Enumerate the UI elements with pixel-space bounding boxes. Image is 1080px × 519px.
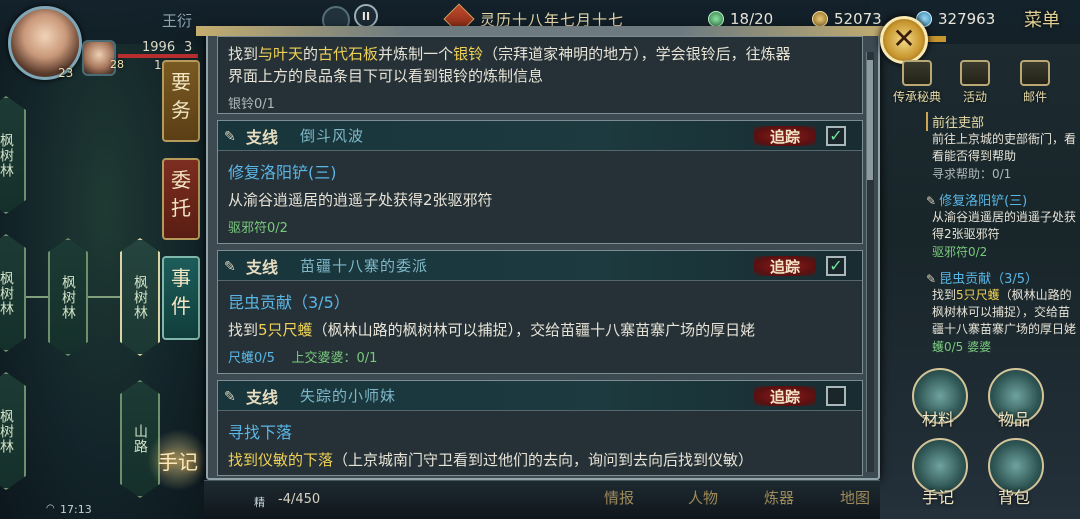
book-icon <box>902 60 932 86</box>
mail-button[interactable]: 邮件 <box>1008 60 1062 105</box>
quest-description: 找到仪敏的下落（上京城南门守卫看到过他们的去向，询问到去向后找到仪敏） <box>228 451 754 469</box>
quest-card[interactable]: ✎ 支线 苗疆十八寨的委派 追踪 ✓ 昆虫贡献（3/5） 找到5只尺蠖（枫林山路… <box>217 250 863 374</box>
tracked-quest-title: ✎ 昆虫贡献（3/5） <box>926 272 1038 287</box>
track-button[interactable]: 追踪 <box>754 126 816 146</box>
tracked-quest-list: 前往吏部 前往上京城的吏部衙门，看看能否得到帮助 寻求帮助：0/1 ✎ 修复洛阳铲… <box>926 112 1076 363</box>
tracked-quest-title: ✎ 修复洛阳铲(三) <box>926 194 1028 209</box>
quest-description: 从渝谷逍遥居的逍遥子处获得2张驱邪符 <box>228 191 493 209</box>
track-button[interactable]: 追踪 <box>754 256 816 276</box>
track-button[interactable]: 追踪 <box>754 386 816 406</box>
legacy-book-button[interactable]: 传承秘典 <box>890 60 944 105</box>
events-button[interactable]: 活动 <box>948 60 1002 105</box>
quest-title: 失踪的小师妹 <box>300 387 397 405</box>
status-time: 17:13 <box>60 503 92 516</box>
hp-value: 1996 <box>142 40 176 55</box>
tracked-quest-progress: 驱邪符0/2 <box>932 245 988 259</box>
quest-type: 支线 <box>246 127 279 147</box>
tracked-quest-desc: 找到5只尺蠖（枫林山路的枫树林可以捕捉），交给苗疆十八寨苗寨广场的厚日姥 <box>932 288 1077 336</box>
map-node[interactable]: 枫树林 <box>48 238 88 356</box>
stamina-icon <box>708 11 724 27</box>
tracked-quest-progress: 蠖0/5 婆婆 <box>932 340 992 354</box>
wifi-icon: ◠ <box>46 503 55 514</box>
quest-progress: 驱邪符0/2 <box>228 221 288 236</box>
gift-icon <box>960 60 990 86</box>
player-name: 王衍 <box>162 12 193 30</box>
quest-progress: 银铃0/1 <box>228 97 275 112</box>
quest-card: 找到与叶天的古代石板并炼制一个银铃（宗拜道家神明的地方），学会银铃后，往炼器 界… <box>217 36 863 114</box>
quest-description: 找到5只尺蠖（枫林山路的枫树林可以捕捉），交给苗疆十八寨苗寨广场的厚日姥 <box>228 321 756 339</box>
quest-title: 倒斗风波 <box>300 127 365 145</box>
map-node[interactable]: 枫树林 <box>0 234 26 352</box>
hp-extra: 3 <box>184 40 193 55</box>
gems-stat: 327963 <box>916 10 995 28</box>
tab-map[interactable]: 地图 <box>840 487 870 508</box>
tab-crafting[interactable]: 炼器 <box>764 487 794 508</box>
quill-icon: ✎ <box>224 388 236 405</box>
companion-level: 28 <box>110 58 124 71</box>
tab-event[interactable]: 事件 <box>162 256 200 340</box>
tracked-quest[interactable]: ✎ 修复洛阳铲(三) 从渝谷逍遥居的逍遥子处获得2张驱邪符 驱邪符0/2 <box>926 190 1076 260</box>
tab-intel[interactable]: 情报 <box>604 487 634 508</box>
quest-description: 找到与叶天的古代石板并炼制一个银铃（宗拜道家神明的地方），学会银铃后，往炼器 <box>228 45 791 63</box>
quest-header: ✎ 支线 倒斗风波 追踪 ✓ <box>218 121 862 151</box>
tracked-quest-desc: 前往上京城的吏部衙门，看看能否得到帮助 <box>932 132 1077 163</box>
mail-icon <box>1020 60 1050 86</box>
quest-title: 苗疆十八寨的委派 <box>300 257 429 275</box>
panel-trim <box>196 26 890 36</box>
quest-name: 修复洛阳铲(三) <box>228 163 337 182</box>
gems-value: 327963 <box>938 10 996 28</box>
track-checkbox[interactable]: ✓ <box>826 126 846 146</box>
tab-characters[interactable]: 人物 <box>688 487 718 508</box>
map-node[interactable]: 枫树林 <box>0 96 26 214</box>
map-node[interactable]: 枫树林 <box>0 372 26 490</box>
bag-label: 背包 <box>998 488 1031 507</box>
quest-name: 寻找下落 <box>228 423 293 442</box>
quill-icon: ✎ <box>224 258 236 275</box>
pause-button[interactable]: II <box>354 4 378 28</box>
quest-description-line2: 界面上方的良品条目下可以看到银铃的炼制信息 <box>228 67 544 85</box>
coin-icon <box>812 11 828 27</box>
scrollbar-thumb[interactable] <box>867 60 873 180</box>
notebook-button[interactable]: 手记 <box>146 430 210 490</box>
track-checkbox[interactable]: ✓ <box>826 256 846 276</box>
tracked-quest-progress: 寻求帮助：0/1 <box>932 167 1012 181</box>
quest-type: 支线 <box>246 257 279 277</box>
quest-header: ✎ 支线 苗疆十八寨的委派 追踪 ✓ <box>218 251 862 281</box>
quest-card[interactable]: ✎ 支线 失踪的小师妹 追踪 寻找下落 找到仪敏的下落（上京城南门守卫看到过他们… <box>217 380 863 476</box>
close-button[interactable]: ✕ <box>880 16 928 64</box>
notebook-menu-label: 手记 <box>922 488 955 507</box>
map-path <box>88 296 122 298</box>
tracked-quest-desc: 从渝谷逍遥居的逍遥子处获得2张驱邪符 <box>932 210 1077 241</box>
tracked-quest[interactable]: 前往吏部 前往上京城的吏部衙门，看看能否得到帮助 寻求帮助：0/1 <box>926 112 1076 182</box>
quest-header: ✎ 支线 失踪的小师妹 追踪 <box>218 381 862 411</box>
mp-value: 1 <box>154 58 162 72</box>
quest-progress: 尺蠖0/5 上交婆婆：0/1 <box>228 351 378 366</box>
bottom-value: -4/450 <box>278 492 321 507</box>
track-checkbox[interactable] <box>826 386 846 406</box>
map-node-current[interactable]: 枫树林 <box>120 238 160 356</box>
tracked-quest[interactable]: ✎ 昆虫贡献（3/5） 找到5只尺蠖（枫林山路的枫树林可以捕捉），交给苗疆十八寨苗… <box>926 268 1076 355</box>
quill-icon: ✎ <box>224 128 236 145</box>
quest-card[interactable]: ✎ 支线 倒斗风波 追踪 ✓ 修复洛阳铲(三) 从渝谷逍遥居的逍遥子处获得2张驱… <box>217 120 863 244</box>
player-level: 23 <box>58 66 74 80</box>
tab-commission[interactable]: 委托 <box>162 158 200 240</box>
menu-button[interactable]: 菜单 <box>1024 6 1060 32</box>
tab-important[interactable]: 要务 <box>162 60 200 142</box>
tracked-quest-title: 前往吏部 <box>926 112 1076 131</box>
quest-name: 昆虫贡献（3/5） <box>228 293 350 312</box>
materials-label: 材料 <box>922 410 955 429</box>
items-label: 物品 <box>998 410 1031 429</box>
bottom-prefix: 精 <box>254 496 265 509</box>
quest-type: 支线 <box>246 387 279 407</box>
